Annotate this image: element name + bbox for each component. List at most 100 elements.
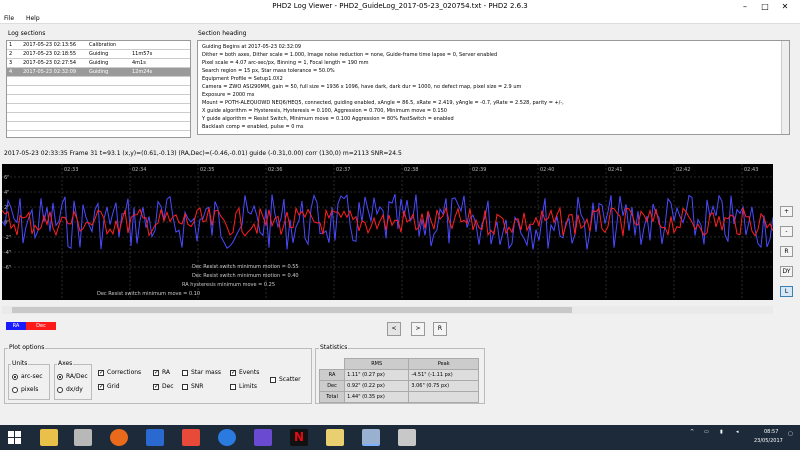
dy-button[interactable]: DY xyxy=(780,266,793,277)
graph-y-tick: 4" xyxy=(4,190,9,196)
graph-time-tick: 02:39 xyxy=(472,167,486,173)
prev-button[interactable]: < xyxy=(387,322,401,336)
log-row-selected[interactable]: 4 2017-05-23 02:32:09 Guiding 12m24s xyxy=(7,68,190,77)
section-line: Backlash comp = enabled, pulse = 0 ms xyxy=(202,124,304,130)
section-heading-text[interactable]: Guiding Begins at 2017-05-23 02:32:09 Di… xyxy=(197,40,790,135)
zoom-in-button[interactable]: + xyxy=(780,206,793,217)
section-line: Guiding Begins at 2017-05-23 02:32:09 xyxy=(202,44,302,50)
log-row-empty xyxy=(7,77,190,86)
stats-row-ra: RA xyxy=(318,369,346,381)
graph-time-tick: 02:43 xyxy=(744,167,758,173)
ra-checkbox[interactable]: ✓ xyxy=(153,370,159,376)
graph-annotation: Dec Resist switch minimum motion = 0.40 xyxy=(192,273,299,279)
section-line: Equipment Profile = Setup1.0X2 xyxy=(202,76,283,82)
log-row[interactable]: 2 2017-05-23 02:18:55 Guiding 11m57s xyxy=(7,50,190,59)
tray-time[interactable]: 08:57 xyxy=(764,429,778,435)
log-row-type: Guiding xyxy=(89,69,109,75)
log-row-date: 2017-05-23 02:27:54 xyxy=(23,60,77,66)
dec-checkbox[interactable]: ✓ xyxy=(153,384,159,390)
notification-icon[interactable]: ▢ xyxy=(788,431,793,437)
tray-volume-icon[interactable]: ◂ xyxy=(736,429,739,435)
close-button[interactable]: ✕ xyxy=(778,1,792,13)
units-arcsec-radio[interactable] xyxy=(12,374,18,380)
units-arcsec-label: arc-sec xyxy=(21,373,43,380)
grid-label: Grid xyxy=(107,383,120,390)
stats-header-blank xyxy=(319,358,345,370)
tray-chevron-icon[interactable]: ^ xyxy=(690,429,694,435)
section-line: Y guide algorithm = Resist Switch, Minim… xyxy=(202,116,454,122)
folder-icon[interactable] xyxy=(326,429,344,446)
vpn-icon[interactable] xyxy=(254,429,272,446)
log-sections-table[interactable]: 1 2017-05-23 02:13:56 Calibration 2 2017… xyxy=(6,40,191,138)
reset-view-button[interactable]: R xyxy=(433,322,447,336)
events-checkbox[interactable]: ✓ xyxy=(230,370,236,376)
corrections-checkbox[interactable]: ✓ xyxy=(98,370,104,376)
section-line: Camera = ZWO ASI290MM, gain = 50, full s… xyxy=(202,84,522,90)
section-line: Mount = POTH-ALEQUOWD NEQ6/HEQ5, connect… xyxy=(202,100,564,106)
section-line: Search region = 15 px, Star mass toleran… xyxy=(202,68,335,74)
lock-button[interactable]: L xyxy=(780,286,793,297)
notepad-icon[interactable] xyxy=(74,429,92,446)
tray-battery-icon[interactable]: ▮ xyxy=(720,429,723,435)
graph-y-tick: -2" xyxy=(4,235,11,241)
stats-row-dec: Dec xyxy=(318,380,346,392)
menu-file[interactable]: File xyxy=(4,14,14,24)
graph-time-tick: 02:41 xyxy=(608,167,622,173)
mail-icon[interactable] xyxy=(146,429,164,446)
stats-dec-peak: 3.06" (0.75 px) xyxy=(408,380,479,392)
tray-network-icon[interactable]: ▭ xyxy=(704,429,709,435)
log-row[interactable]: 3 2017-05-23 02:27:54 Guiding 4m1s xyxy=(7,59,190,68)
section-line: Dither = both axes, Dither scale = 1.000… xyxy=(202,52,498,58)
units-group xyxy=(8,364,50,400)
minimize-button[interactable]: – xyxy=(738,1,752,13)
stats-total-peak xyxy=(408,391,479,403)
reset-button[interactable]: R xyxy=(780,246,793,257)
stats-ra-peak: -4.51" (-1.11 px) xyxy=(408,369,479,381)
log-row-duration: 11m57s xyxy=(132,51,153,57)
graph-scrollbar-thumb[interactable] xyxy=(12,307,572,313)
snr-checkbox[interactable] xyxy=(182,384,188,390)
graph-time-tick: 02:34 xyxy=(132,167,146,173)
windows-start-icon[interactable] xyxy=(6,429,24,446)
section-scrollbar[interactable] xyxy=(781,41,789,134)
next-button[interactable]: > xyxy=(411,322,425,336)
dec-label: Dec xyxy=(162,383,174,390)
teamviewer-icon[interactable] xyxy=(218,429,236,446)
title-bar: PHD2 Log Viewer - PHD2_GuideLog_2017-05-… xyxy=(0,0,800,14)
settings-app-icon[interactable] xyxy=(398,429,416,446)
graph-annotation: Dec Resist switch minimum motion = 0.55 xyxy=(192,264,299,270)
stats-header-peak: Peak xyxy=(408,358,479,370)
menu-help[interactable]: Help xyxy=(26,14,40,24)
units-pixels-radio[interactable] xyxy=(12,387,18,393)
log-row-empty xyxy=(7,113,190,122)
plot-options-group xyxy=(4,348,312,404)
log-row[interactable]: 1 2017-05-23 02:13:56 Calibration xyxy=(7,41,190,50)
guide-graph-svg: 6"4"2"0"-2"-4"-6"02:33 02:34 02:35 02:36 02:… xyxy=(2,164,773,300)
phd2-log-viewer-icon[interactable] xyxy=(362,429,380,446)
zoom-out-button[interactable]: - xyxy=(780,226,793,237)
firefox-icon[interactable] xyxy=(110,429,128,446)
log-row-empty xyxy=(7,104,190,113)
log-row-duration: 12m24s xyxy=(132,69,153,75)
menu-bar: File Help xyxy=(0,14,800,24)
tray-date[interactable]: 23/05/2017 xyxy=(754,438,783,444)
maximize-button[interactable]: □ xyxy=(758,1,772,13)
people-icon[interactable] xyxy=(182,429,200,446)
limits-checkbox[interactable] xyxy=(230,384,236,390)
grid-checkbox[interactable]: ✓ xyxy=(98,384,104,390)
graph-y-tick: 6" xyxy=(4,175,9,181)
file-explorer-icon[interactable] xyxy=(40,429,58,446)
axes-radec-radio[interactable] xyxy=(57,374,63,380)
frame-info-line: 2017-05-23 02:33:35 Frame 31 t=93.1 (x,y… xyxy=(4,150,402,157)
stats-total-rms: 1.44" (0.35 px) xyxy=(344,391,410,403)
graph-time-tick: 02:42 xyxy=(676,167,690,173)
graph-scrollbar[interactable] xyxy=(2,306,773,314)
log-row-type: Calibration xyxy=(89,42,117,48)
star-mass-checkbox[interactable] xyxy=(182,370,188,376)
scatter-checkbox[interactable] xyxy=(270,377,276,383)
plot-options-label: Plot options xyxy=(8,344,46,351)
netflix-icon[interactable]: N xyxy=(290,429,308,446)
legend-ra: RA xyxy=(6,322,26,330)
axes-dxdy-radio[interactable] xyxy=(57,387,63,393)
guide-graph[interactable]: 6" 4" 2" 0" -2" -4" -6" 02:33 02:34 02:35 02:36 02:… xyxy=(2,164,773,300)
